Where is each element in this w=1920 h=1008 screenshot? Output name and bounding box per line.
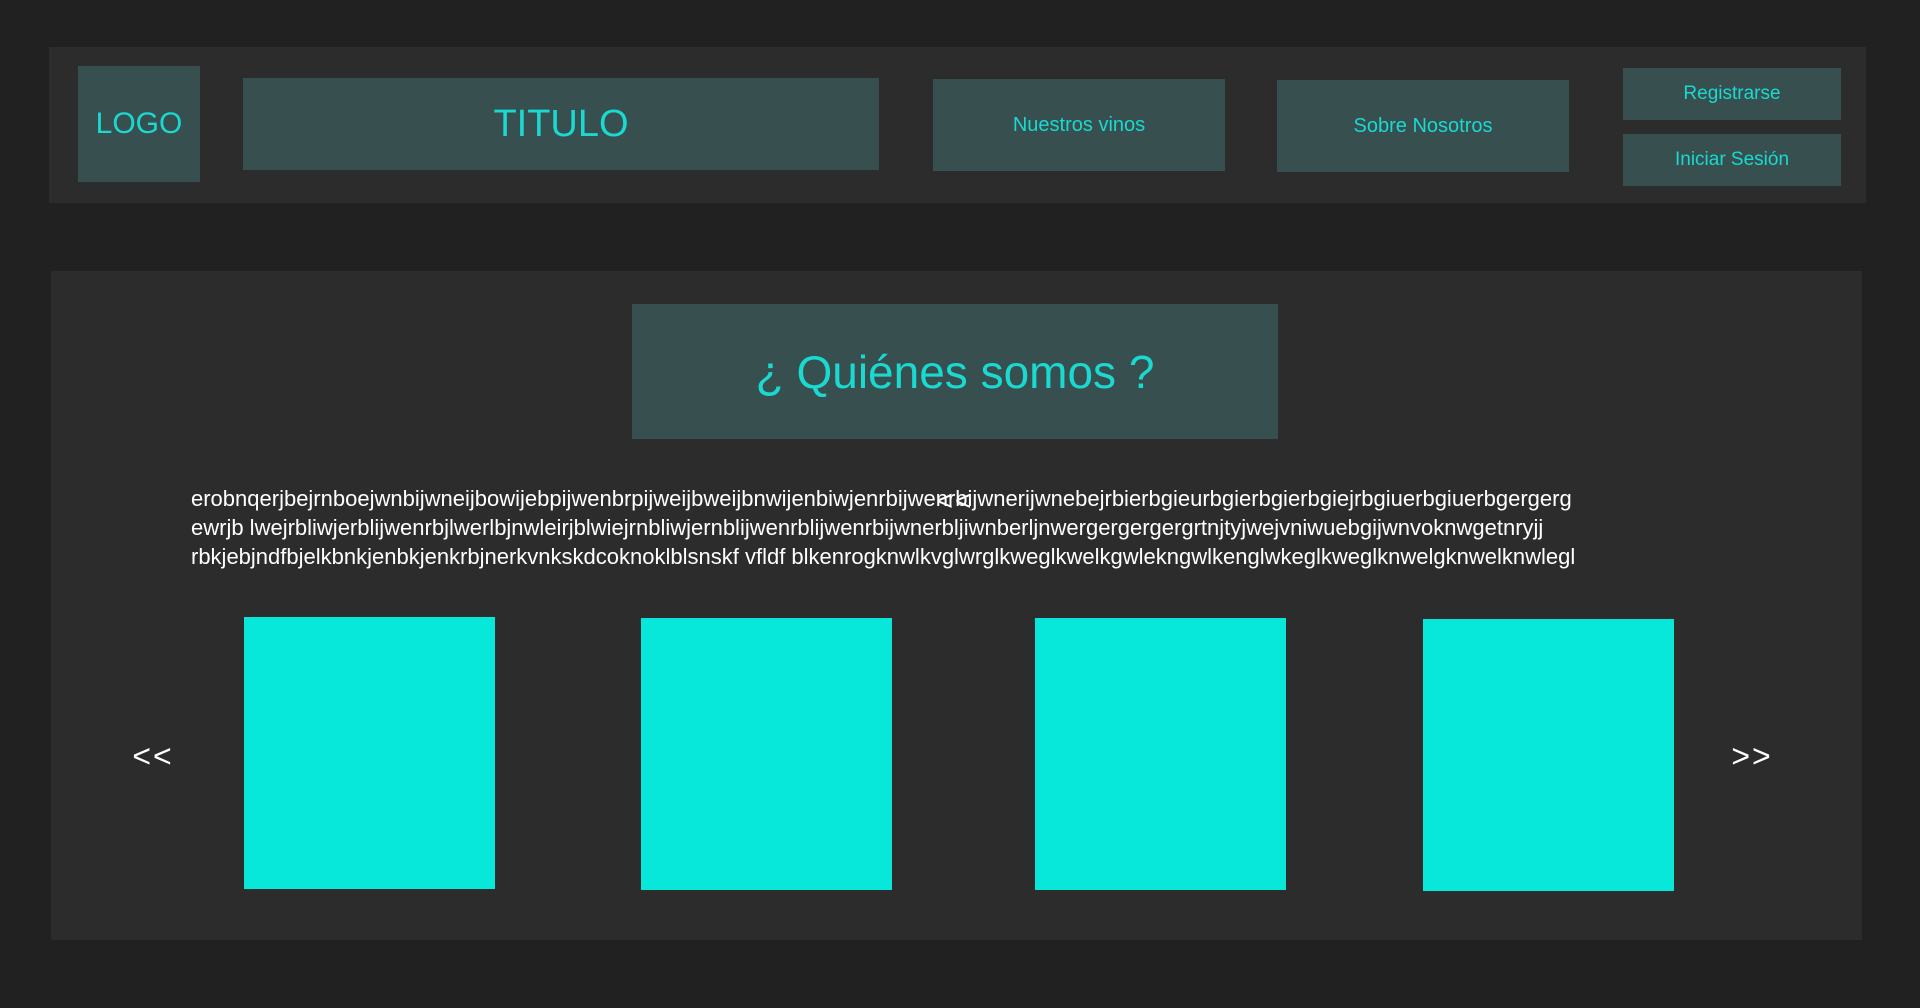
carousel-slide-4[interactable]	[1423, 619, 1674, 891]
site-title: TITULO	[243, 78, 879, 170]
carousel-slide-3[interactable]	[1035, 618, 1286, 890]
carousel-prev-button[interactable]: <<	[118, 734, 188, 778]
register-button[interactable]: Registrarse	[1623, 68, 1841, 120]
logo[interactable]: LOGO	[78, 66, 200, 182]
login-button[interactable]: Iniciar Sesión	[1623, 134, 1841, 186]
carousel-next-button[interactable]: >>	[1717, 734, 1787, 778]
paragraph-line: rbkjebjndfbjelkbnkjenbkjenkrbjnerkvnkskd…	[191, 544, 1576, 569]
section-heading: ¿ Quiénes somos ?	[632, 304, 1278, 439]
carousel-slide-1[interactable]	[244, 617, 495, 889]
nav-button-nuestros-vinos[interactable]: Nuestros vinos	[933, 79, 1225, 171]
overlay-prev-glyph: <<	[936, 485, 974, 516]
carousel-slide-2[interactable]	[641, 618, 892, 890]
nav-button-sobre-nosotros[interactable]: Sobre Nosotros	[1277, 80, 1569, 172]
